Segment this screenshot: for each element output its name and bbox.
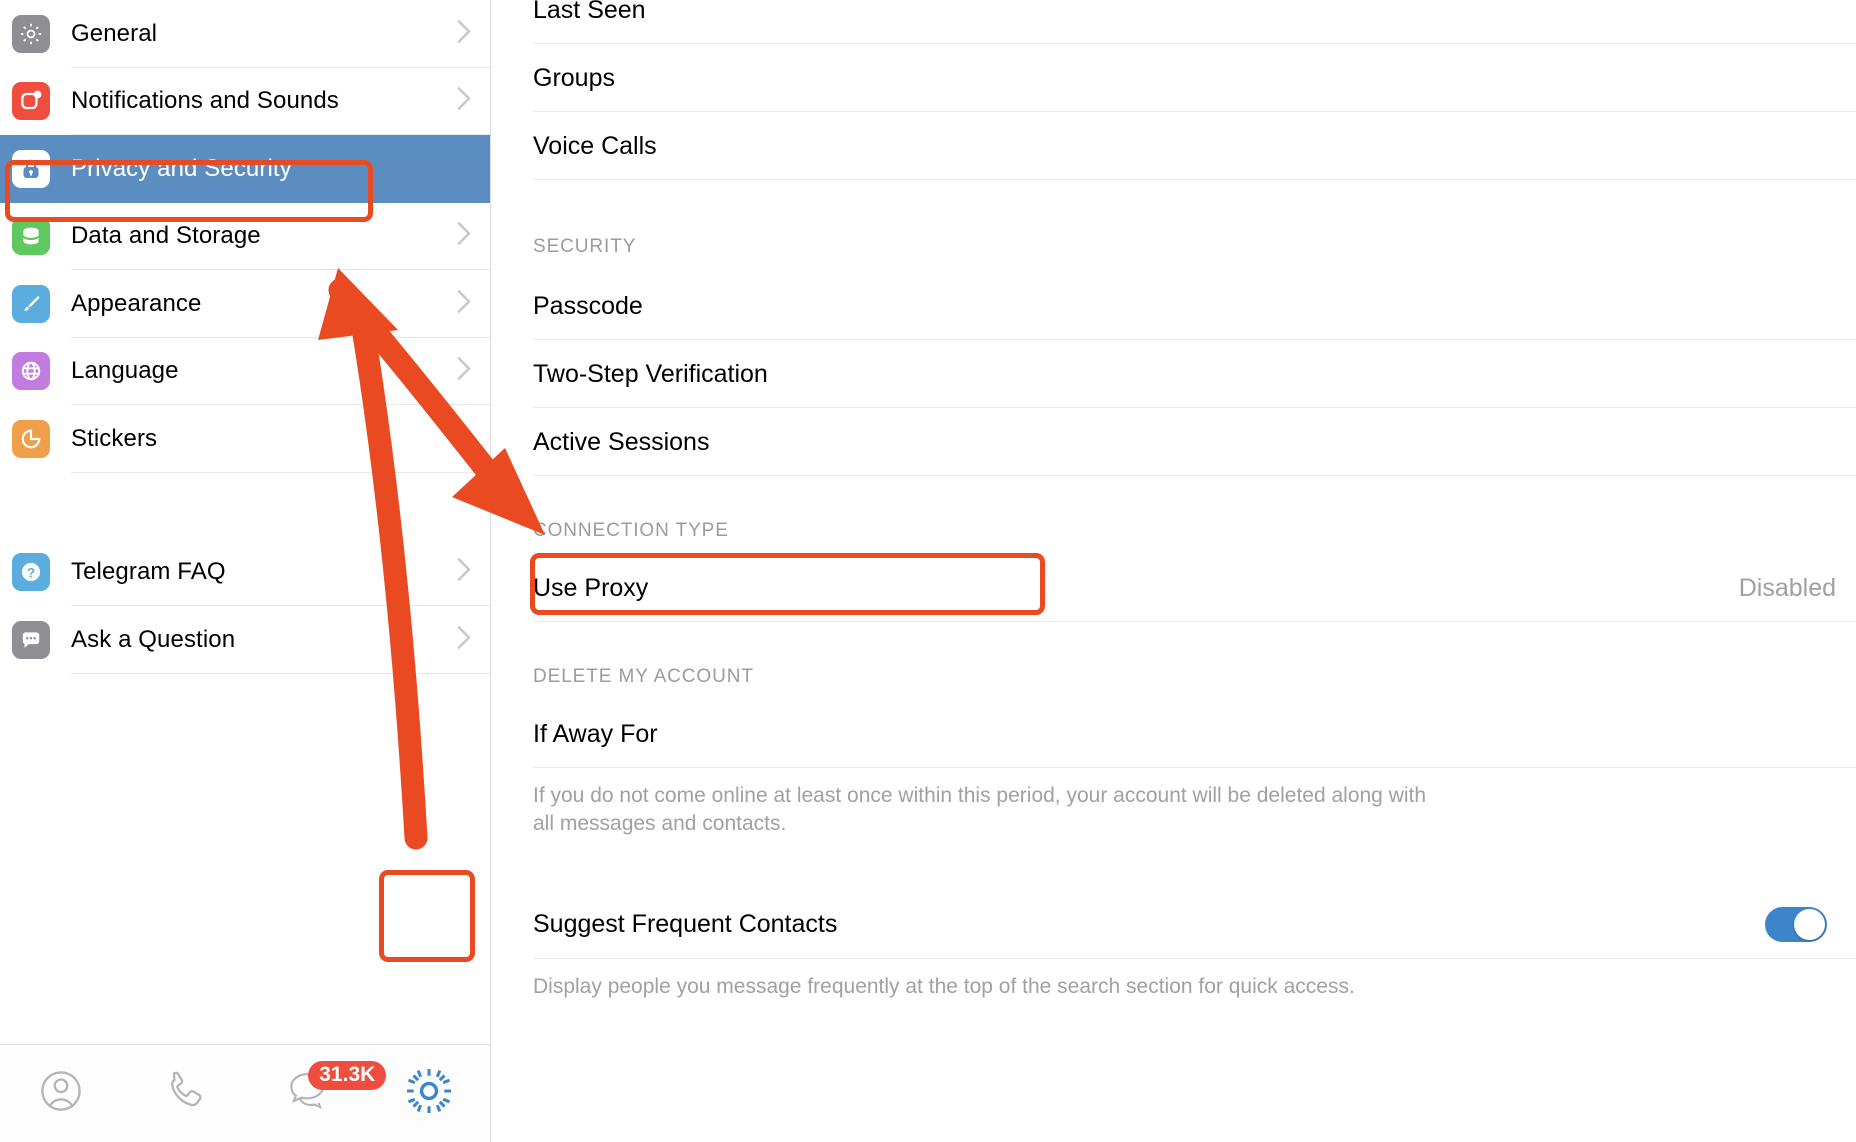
sidebar-group-spacer [0, 473, 490, 539]
section-header-label: DELETE MY ACCOUNT [533, 666, 754, 687]
chats-tab[interactable]: 31.3K [245, 1045, 387, 1142]
svg-text:?: ? [27, 566, 35, 581]
row-label: Passcode [533, 291, 643, 320]
row-label: Voice Calls [533, 131, 657, 160]
section-header-label: SECURITY [533, 236, 637, 257]
gear-icon [402, 1064, 456, 1123]
row-divider [71, 471, 490, 473]
phone-icon [158, 1065, 210, 1122]
gear-icon [12, 14, 50, 53]
sidebar-item-label: General [71, 19, 158, 47]
sidebar-item-data-and-storage[interactable]: Data and Storage [0, 203, 490, 270]
row-voice-calls[interactable]: Voice Calls [491, 112, 1856, 180]
row-divider [71, 672, 490, 674]
sidebar-item-ask-a-question[interactable]: Ask a Question [0, 606, 490, 674]
question-circle-icon: ? [12, 553, 50, 592]
chevron-right-icon [456, 623, 473, 656]
sidebar-item-label: Telegram FAQ [71, 558, 226, 586]
paintbrush-icon [12, 284, 50, 323]
chat-bubble-icon [12, 620, 50, 659]
database-icon [12, 217, 50, 256]
chevron-right-icon [456, 220, 473, 253]
sidebar-item-language[interactable]: Language [0, 338, 490, 405]
settings-tab[interactable] [368, 1045, 491, 1142]
row-if-away-for[interactable]: If Away For [491, 700, 1856, 768]
row-last-seen[interactable]: Last Seen [491, 0, 1856, 44]
row-divider [533, 179, 1856, 180]
row-label: If Away For [533, 719, 658, 748]
telegram-settings-window: General Notifications and Sounds Privacy… [0, 0, 1856, 1142]
sidebar-list: General Notifications and Sounds Privacy… [0, 0, 490, 1044]
toggle-knob [1794, 909, 1825, 941]
bottom-tab-bar: 31.3K [0, 1044, 490, 1142]
row-divider [533, 621, 1856, 622]
sidebar-item-label: Stickers [71, 424, 158, 452]
row-groups[interactable]: Groups [491, 44, 1856, 112]
chevron-right-icon [456, 556, 473, 589]
sidebar-item-notifications-and-sounds[interactable]: Notifications and Sounds [0, 68, 490, 135]
section-header-connection-type: CONNECTION TYPE [491, 476, 1856, 554]
delete-account-description: If you do not come online at least once … [533, 784, 1427, 836]
row-active-sessions[interactable]: Active Sessions [491, 408, 1856, 476]
row-divider [533, 475, 1856, 476]
sidebar-item-label: Data and Storage [71, 222, 261, 250]
sidebar-item-appearance[interactable]: Appearance [0, 270, 490, 338]
section-header-security: SECURITY [491, 180, 1856, 272]
sidebar-item-label: Appearance [71, 289, 202, 317]
privacy-and-security-panel: Last Seen Groups Voice Calls SECURITY Pa… [491, 0, 1856, 1142]
row-divider [533, 767, 1856, 768]
contacts-tab[interactable] [0, 1045, 123, 1142]
bell-badge-icon [12, 82, 50, 121]
row-suggest-frequent-contacts[interactable]: Suggest Frequent Contacts [491, 891, 1856, 959]
suggest-frequent-contacts-toggle[interactable] [1765, 907, 1827, 943]
section-header-delete-my-account: DELETE MY ACCOUNT [491, 622, 1856, 700]
row-divider [533, 957, 1856, 959]
sidebar-item-telegram-faq[interactable]: ? Telegram FAQ [0, 539, 490, 606]
chevron-right-icon [456, 355, 473, 388]
row-value-disabled: Disabled [1738, 573, 1836, 602]
calls-tab[interactable] [123, 1045, 246, 1142]
row-label: Active Sessions [533, 427, 710, 456]
sticker-icon [12, 419, 50, 458]
row-label: Groups [533, 63, 615, 92]
row-two-step-verification[interactable]: Two-Step Verification [491, 340, 1856, 408]
row-label: Last Seen [533, 0, 646, 24]
sidebar-item-stickers[interactable]: Stickers [0, 405, 490, 473]
sidebar-item-label: Language [71, 357, 179, 385]
chevron-right-icon [456, 17, 473, 50]
person-circle-icon [35, 1065, 87, 1122]
settings-sidebar: General Notifications and Sounds Privacy… [0, 0, 491, 1142]
chevron-right-icon [456, 287, 473, 320]
sidebar-item-label: Notifications and Sounds [71, 87, 339, 115]
row-passcode[interactable]: Passcode [491, 272, 1856, 340]
row-label: Use Proxy [533, 573, 649, 602]
lock-icon [12, 149, 50, 188]
globe-icon [12, 352, 50, 391]
sidebar-item-privacy-and-security[interactable]: Privacy and Security [0, 135, 490, 203]
sidebar-item-label: Privacy and Security [71, 154, 292, 182]
row-label: Two-Step Verification [533, 359, 768, 388]
row-label: Suggest Frequent Contacts [533, 910, 838, 939]
sidebar-item-label: Ask a Question [71, 625, 236, 653]
chevron-right-icon [456, 422, 473, 455]
suggest-frequent-contacts-description: Display people you message frequently at… [533, 974, 1355, 998]
chevron-right-icon [456, 85, 473, 118]
sidebar-item-general[interactable]: General [0, 0, 490, 68]
row-use-proxy[interactable]: Use Proxy Disabled [491, 554, 1856, 622]
section-header-label: CONNECTION TYPE [533, 520, 729, 541]
